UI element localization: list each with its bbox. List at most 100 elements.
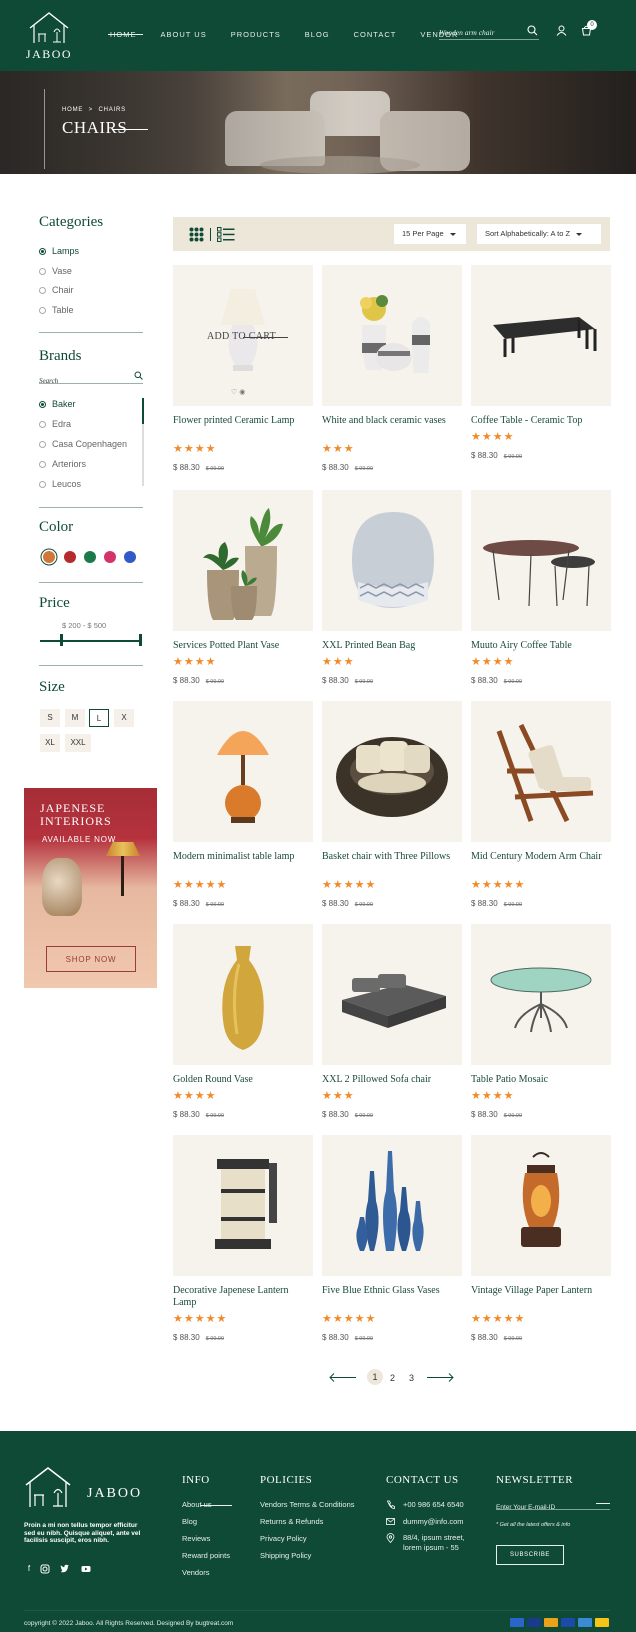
size-xl[interactable]: XL (40, 734, 60, 752)
product-name[interactable]: XXL Printed Bean Bag (322, 640, 462, 652)
current-price: $ 88.30 (471, 1110, 498, 1119)
price-slider-min-handle[interactable] (60, 634, 63, 646)
product-image-frame[interactable] (322, 1135, 462, 1276)
newsletter-submit-arrow-icon[interactable] (596, 1503, 610, 1504)
footer-phone[interactable]: +00 986 654 6540 (403, 1500, 464, 1510)
user-icon[interactable] (556, 25, 567, 36)
footer-divider (24, 1610, 610, 1611)
footer-link-returns[interactable]: Returns & Refunds (260, 1517, 323, 1526)
brand-leucos[interactable]: Leucos (39, 479, 81, 489)
nav-contact[interactable]: CONTACT (354, 30, 397, 39)
search-icon[interactable] (134, 371, 143, 380)
page-1[interactable]: 1 (367, 1369, 383, 1385)
footer-link-blog[interactable]: Blog (182, 1517, 197, 1526)
search-input[interactable] (439, 28, 519, 37)
color-swatch-orange[interactable] (43, 551, 55, 563)
brand-baker[interactable]: Baker (39, 399, 76, 409)
product-name[interactable]: Mid Century Modern Arm Chair (471, 851, 611, 863)
product-image-frame[interactable] (173, 490, 313, 631)
breadcrumb-home[interactable]: HOME (62, 107, 83, 113)
footer-link-vendor-terms[interactable]: Vendors Terms & Conditions (260, 1500, 355, 1509)
product-image-frame[interactable] (322, 701, 462, 842)
brand-casa-copenhagen[interactable]: Casa Copenhagen (39, 439, 127, 449)
size-xxl[interactable]: XXL (65, 734, 91, 752)
product-name[interactable]: Basket chair with Three Pillows (322, 851, 462, 863)
subscribe-button[interactable]: SUBSCRIBE (496, 1545, 564, 1565)
search-icon[interactable] (527, 25, 538, 36)
color-swatch-pink[interactable] (104, 551, 116, 563)
brand-search-field[interactable]: Search (39, 370, 143, 385)
product-image-frame[interactable] (471, 1135, 611, 1276)
footer-email[interactable]: dummy@info.com (403, 1517, 464, 1527)
product-name[interactable]: Modern minimalist table lamp (173, 851, 313, 863)
brand-edra[interactable]: Edra (39, 419, 71, 429)
facebook-icon[interactable]: f (24, 1564, 34, 1574)
category-vase[interactable]: Vase (39, 266, 72, 276)
product-name[interactable]: Golden Round Vase (173, 1074, 313, 1086)
product-name[interactable]: Table Patio Mosaic (471, 1074, 611, 1086)
newsletter-email-input[interactable]: Enter Your E-mail-ID (496, 1496, 610, 1511)
size-s[interactable]: S (40, 709, 60, 727)
price-slider-max-handle[interactable] (139, 634, 142, 646)
product-image-frame[interactable] (173, 924, 313, 1065)
size-l[interactable]: L (89, 709, 109, 727)
nav-home[interactable]: HOME (108, 30, 142, 39)
size-x[interactable]: X (114, 709, 134, 727)
nav-blog[interactable]: BLOG (305, 30, 330, 39)
product-image-frame[interactable] (471, 924, 611, 1065)
product-name[interactable]: Vintage Village Paper Lantern (471, 1285, 611, 1297)
category-label: Table (52, 305, 74, 315)
product-name[interactable]: XXL 2 Pillowed Sofa chair (322, 1074, 462, 1086)
color-swatch-blue[interactable] (124, 551, 136, 563)
product-name[interactable]: Coffee Table - Ceramic Top (471, 415, 611, 427)
color-swatch-red[interactable] (64, 551, 76, 563)
per-page-select[interactable]: 15 Per Page (394, 224, 466, 244)
brands-scrollbar-thumb[interactable] (142, 398, 144, 424)
arrow-right-icon[interactable] (448, 1373, 454, 1382)
sort-select[interactable]: Sort Alphabetically: A to Z (477, 224, 601, 244)
product-image-frame[interactable] (471, 701, 611, 842)
footer-link-reward-points[interactable]: Reward points (182, 1551, 230, 1560)
category-table[interactable]: Table (39, 305, 74, 315)
product-name[interactable]: Muuto Airy Coffee Table (471, 640, 611, 652)
grid-view-icon[interactable] (189, 227, 204, 242)
product-name[interactable]: White and black ceramic vases (322, 415, 462, 427)
house-logo-icon[interactable] (24, 1465, 76, 1509)
product-image-frame[interactable] (471, 490, 611, 631)
product-image-frame[interactable] (471, 265, 611, 406)
product-name[interactable]: Services Potted Plant Vase (173, 640, 313, 652)
nav-products[interactable]: PRODUCTS (231, 30, 281, 39)
promo-title-line-2: INTERIORS (40, 814, 112, 828)
footer-link-privacy[interactable]: Privacy Policy (260, 1534, 307, 1543)
brand-arteriors[interactable]: Arteriors (39, 459, 86, 469)
product-image-frame[interactable] (322, 490, 462, 631)
list-view-icon[interactable] (217, 227, 235, 242)
category-chair[interactable]: Chair (39, 285, 74, 295)
color-swatch-green[interactable] (84, 551, 96, 563)
product-name[interactable]: Flower printed Ceramic Lamp (173, 415, 313, 427)
logo[interactable]: JABOO (24, 10, 74, 62)
footer-link-vendors[interactable]: Vendors (182, 1568, 210, 1577)
product-image-frame[interactable] (322, 265, 462, 406)
arrow-left-icon[interactable] (329, 1373, 335, 1382)
shop-now-button[interactable]: SHOP NOW (46, 946, 136, 972)
product-name[interactable]: Decorative Japenese Lantern Lamp (173, 1285, 313, 1309)
instagram-icon[interactable] (40, 1564, 50, 1574)
category-lamps[interactable]: Lamps (39, 246, 79, 256)
twitter-icon[interactable] (60, 1564, 70, 1574)
product-image-frame[interactable] (173, 701, 313, 842)
footer-link-reviews[interactable]: Reviews (182, 1534, 210, 1543)
size-m[interactable]: M (65, 709, 85, 727)
product-image-frame[interactable] (173, 1135, 313, 1276)
price-slider-track[interactable] (40, 640, 142, 642)
nav-about-us[interactable]: ABOUT US (161, 30, 207, 39)
footer-link-shipping[interactable]: Shipping Policy (260, 1551, 311, 1560)
product-name[interactable]: Five Blue Ethnic Glass Vases (322, 1285, 462, 1297)
youtube-icon[interactable] (81, 1564, 91, 1574)
eye-icon[interactable]: ◉ (239, 389, 245, 396)
page-2[interactable]: 2 (390, 1373, 395, 1383)
heart-icon[interactable]: ♡ (231, 389, 237, 396)
page-3[interactable]: 3 (409, 1373, 414, 1383)
product-image-frame[interactable] (322, 924, 462, 1065)
promo-banner[interactable]: JAPENESE INTERIORS AVAILABLE NOW SHOP NOW (24, 788, 157, 988)
